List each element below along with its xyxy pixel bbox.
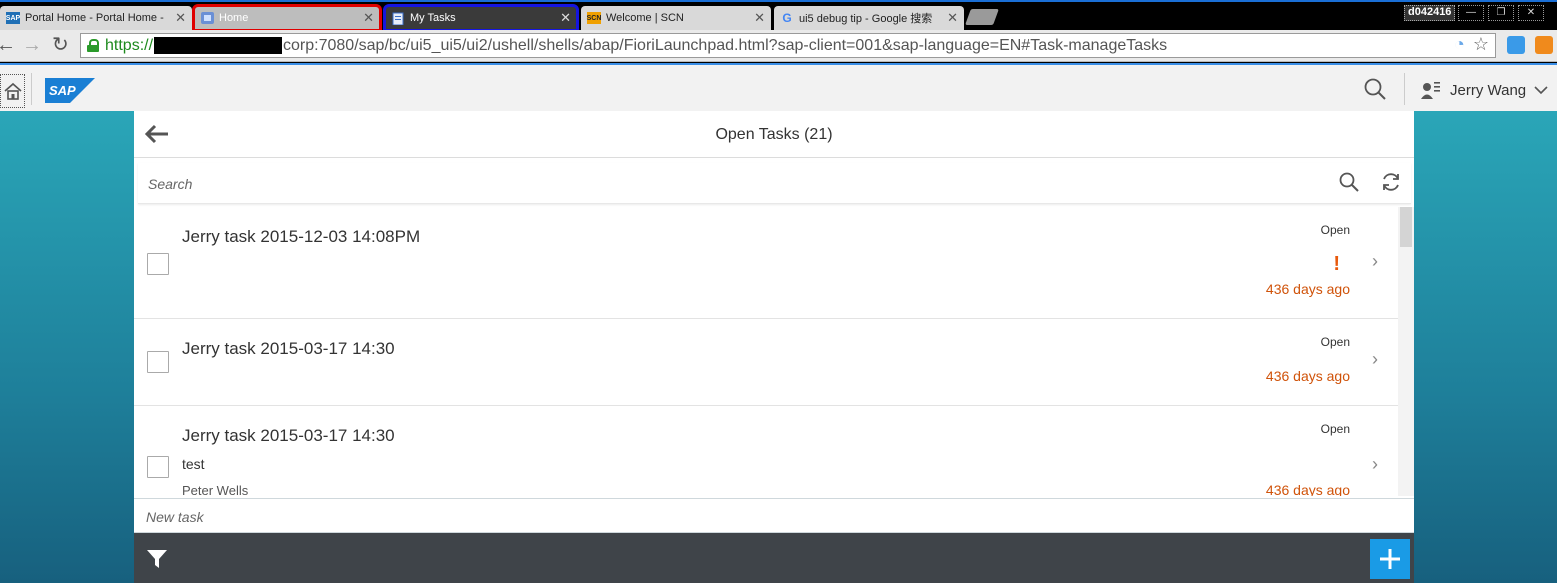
filter-button[interactable] <box>146 548 168 575</box>
back-arrow-icon[interactable]: ← <box>0 34 16 56</box>
home-icon <box>3 82 22 100</box>
plus-icon <box>1380 549 1400 569</box>
search-icon <box>1339 172 1359 192</box>
shell-search-button[interactable] <box>1363 77 1387 106</box>
user-name: Jerry Wang <box>1450 81 1527 99</box>
tab-label: My Tasks <box>410 12 456 24</box>
scn-favicon-icon: SCN <box>587 12 601 24</box>
globe-favicon-icon <box>200 12 214 24</box>
add-task-button[interactable] <box>1370 539 1410 579</box>
close-icon[interactable]: ✕ <box>175 10 186 26</box>
tab-label: Home <box>219 12 249 24</box>
footer-toolbar <box>134 533 1414 583</box>
task-title: Jerry task 2015-03-17 14:30 <box>182 339 395 358</box>
page-title: Open Tasks (21) <box>715 126 833 143</box>
extension-icon[interactable] <box>1507 36 1525 54</box>
browser-tab-home[interactable]: Home ✕ <box>192 4 382 32</box>
task-description: test <box>182 456 205 472</box>
browser-tab-my-tasks[interactable]: My Tasks ✕ <box>383 4 579 32</box>
tab-label: ui5 debug tip - Google 搜索 <box>799 13 933 25</box>
user-menu[interactable]: Jerry Wang <box>1420 79 1548 101</box>
filter-icon <box>147 550 167 568</box>
task-status: Open <box>1320 422 1350 436</box>
browser-toolbar: ← → ↻ https:// corp:7080/sap/bc/ui5_ui5/… <box>0 30 1557 62</box>
page-header: Open Tasks (21) <box>134 111 1414 158</box>
address-bar-icons: ◔ ☆ <box>1454 34 1489 55</box>
lock-icon <box>87 39 99 52</box>
search-input[interactable] <box>148 173 1328 195</box>
new-tab-button[interactable] <box>965 9 999 25</box>
browser-tab-google[interactable]: G ui5 debug tip - Google 搜索 ✕ <box>774 6 964 30</box>
chevron-right-icon: › <box>1372 251 1378 271</box>
clipboard-favicon-icon <box>391 12 405 25</box>
task-list: Jerry task 2015-12-03 14:08PM Open ! 436… <box>134 207 1398 496</box>
search-bar <box>138 163 1411 204</box>
minimize-icon[interactable]: — <box>1458 5 1484 21</box>
task-due-date: 436 days ago <box>1265 368 1350 384</box>
url-path: corp:7080/sap/bc/ui5_ui5/ui2/ushell/shel… <box>283 36 1168 54</box>
tab-label: Welcome | SCN <box>606 12 684 24</box>
restore-icon[interactable]: ❐ <box>1488 5 1514 21</box>
url-scheme: https:// <box>105 36 154 54</box>
chevron-right-icon: › <box>1372 349 1378 369</box>
task-checkbox[interactable] <box>147 456 169 478</box>
sap-logo: SAP <box>45 78 95 103</box>
profile-badge[interactable]: d042416 <box>1404 5 1456 21</box>
task-panel: Open Tasks (21) Jerry task 2015-12-03 14… <box>134 111 1414 583</box>
bookmark-star-icon[interactable]: ☆ <box>1473 34 1489 55</box>
tab-label: Portal Home - Portal Home - <box>25 12 164 24</box>
reload-icon[interactable]: ↻ <box>52 34 69 56</box>
chevron-down-icon <box>1534 86 1548 95</box>
shell-header: SAP Jerry Wang <box>0 63 1557 111</box>
task-due-date: 436 days ago <box>1265 281 1350 297</box>
svg-text:SAP: SAP <box>49 83 76 98</box>
refresh-button[interactable] <box>1380 171 1402 198</box>
new-task-input[interactable] <box>146 508 1346 526</box>
divider <box>1404 73 1405 105</box>
search-button[interactable] <box>1338 171 1360 198</box>
forward-arrow-icon[interactable]: → <box>22 34 42 56</box>
task-title: Jerry task 2015-12-03 14:08PM <box>182 227 421 246</box>
new-task-bar <box>134 498 1414 533</box>
address-bar[interactable]: https:// corp:7080/sap/bc/ui5_ui5/ui2/us… <box>80 33 1496 58</box>
task-due-date: 436 days ago <box>1265 482 1350 496</box>
close-icon[interactable]: ✕ <box>754 10 765 26</box>
redacted-host <box>154 37 283 54</box>
chevron-right-icon: › <box>1372 454 1378 474</box>
browser-tab-portal-home[interactable]: SAP Portal Home - Portal Home - ✕ <box>0 6 192 30</box>
refresh-icon <box>1383 173 1399 191</box>
scrollbar-thumb[interactable] <box>1400 207 1412 247</box>
close-icon[interactable]: ✕ <box>947 10 958 26</box>
task-checkbox[interactable] <box>147 253 169 275</box>
list-scrollbar[interactable] <box>1398 207 1414 496</box>
close-icon[interactable]: ✕ <box>560 10 571 26</box>
google-favicon-icon: G <box>782 11 792 25</box>
page-action-icon[interactable]: ◔ <box>1454 34 1465 55</box>
priority-high-icon: ! <box>1333 253 1340 275</box>
divider <box>31 73 32 105</box>
close-window-icon[interactable]: ✕ <box>1518 5 1544 21</box>
task-assignee: Peter Wells <box>182 483 249 496</box>
task-checkbox[interactable] <box>147 351 169 373</box>
task-row[interactable]: Jerry task 2015-03-17 14:30 Open 436 day… <box>134 319 1398 406</box>
task-row[interactable]: Jerry task 2015-03-17 14:30 test Peter W… <box>134 406 1398 496</box>
sap-favicon-icon: SAP <box>6 12 20 24</box>
task-row[interactable]: Jerry task 2015-12-03 14:08PM Open ! 436… <box>134 207 1398 319</box>
browser-tab-scn[interactable]: SCN Welcome | SCN ✕ <box>581 6 771 30</box>
home-button[interactable] <box>0 74 25 108</box>
user-icon <box>1421 82 1440 99</box>
close-icon[interactable]: ✕ <box>363 10 374 26</box>
task-status: Open <box>1320 223 1350 237</box>
browser-tabstrip: SAP Portal Home - Portal Home - ✕ Home ✕… <box>0 0 1557 32</box>
search-icon <box>1364 78 1386 100</box>
task-title: Jerry task 2015-03-17 14:30 <box>182 426 395 445</box>
task-status: Open <box>1320 335 1350 349</box>
menu-icon[interactable] <box>1535 36 1553 54</box>
